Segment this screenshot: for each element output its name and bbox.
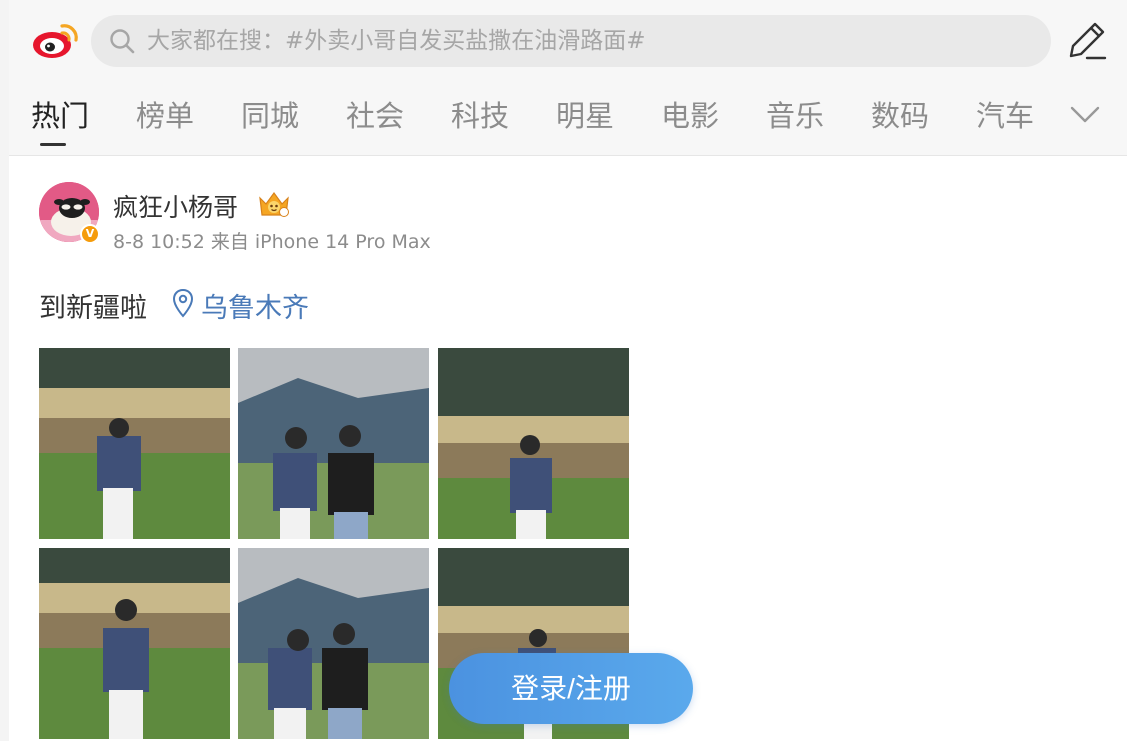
login-register-button[interactable]: 登录/注册 xyxy=(449,653,693,724)
post-photo-3[interactable] xyxy=(438,348,629,539)
member-crown-badge-icon[interactable] xyxy=(256,188,292,220)
username[interactable]: 疯狂小杨哥 xyxy=(113,188,238,224)
tab-movie[interactable]: 电影 xyxy=(661,90,719,142)
tab-local[interactable]: 同城 xyxy=(241,90,299,142)
location-pin-icon[interactable] xyxy=(171,288,195,318)
photo-2-image xyxy=(238,348,429,539)
post-photo-5[interactable] xyxy=(238,548,429,739)
photo-5-image xyxy=(238,548,429,739)
post-meta: 8-8 10:52 来自 iPhone 14 Pro Max xyxy=(113,231,431,253)
search-bar[interactable]: 大家都在搜：#外卖小哥自发买盐撒在油滑路面# xyxy=(91,15,1051,67)
tab-ranking[interactable]: 榜单 xyxy=(136,90,194,142)
post-photo-4[interactable] xyxy=(39,548,230,739)
post-photo-1[interactable] xyxy=(39,348,230,539)
verified-badge-icon: V xyxy=(80,224,100,244)
compose-pencil-icon[interactable] xyxy=(1065,18,1109,62)
post-photo-2[interactable] xyxy=(238,348,429,539)
tab-hot[interactable]: 热门 xyxy=(31,90,89,142)
tab-tech[interactable]: 科技 xyxy=(451,90,509,142)
chevron-down-icon[interactable] xyxy=(1068,100,1102,130)
location-link[interactable]: 乌鲁木齐 xyxy=(201,286,309,325)
left-edge-strip xyxy=(0,0,9,741)
photo-3-image xyxy=(438,348,629,539)
tab-celebrity[interactable]: 明星 xyxy=(556,90,614,142)
tab-music[interactable]: 音乐 xyxy=(766,90,824,142)
channel-tabs: 热门 榜单 同城 社会 科技 明星 电影 音乐 数码 汽车 xyxy=(9,90,1127,150)
photo-4-image xyxy=(39,548,230,739)
tab-digital[interactable]: 数码 xyxy=(871,90,929,142)
tab-society[interactable]: 社会 xyxy=(346,90,404,142)
search-icon xyxy=(110,29,135,54)
search-placeholder[interactable]: 大家都在搜：#外卖小哥自发买盐撒在油滑路面# xyxy=(147,15,646,67)
top-header: 大家都在搜：#外卖小哥自发买盐撒在油滑路面# 热门 榜单 同城 社会 科技 明星… xyxy=(9,0,1127,156)
photo-1-image xyxy=(39,348,230,539)
weibo-mobile-page: 大家都在搜：#外卖小哥自发买盐撒在油滑路面# 热门 榜单 同城 社会 科技 明星… xyxy=(0,0,1127,741)
post-text: 到新疆啦 xyxy=(39,293,147,324)
tab-car[interactable]: 汽车 xyxy=(976,90,1034,142)
weibo-logo-icon[interactable] xyxy=(32,20,80,60)
active-tab-indicator xyxy=(40,143,66,146)
